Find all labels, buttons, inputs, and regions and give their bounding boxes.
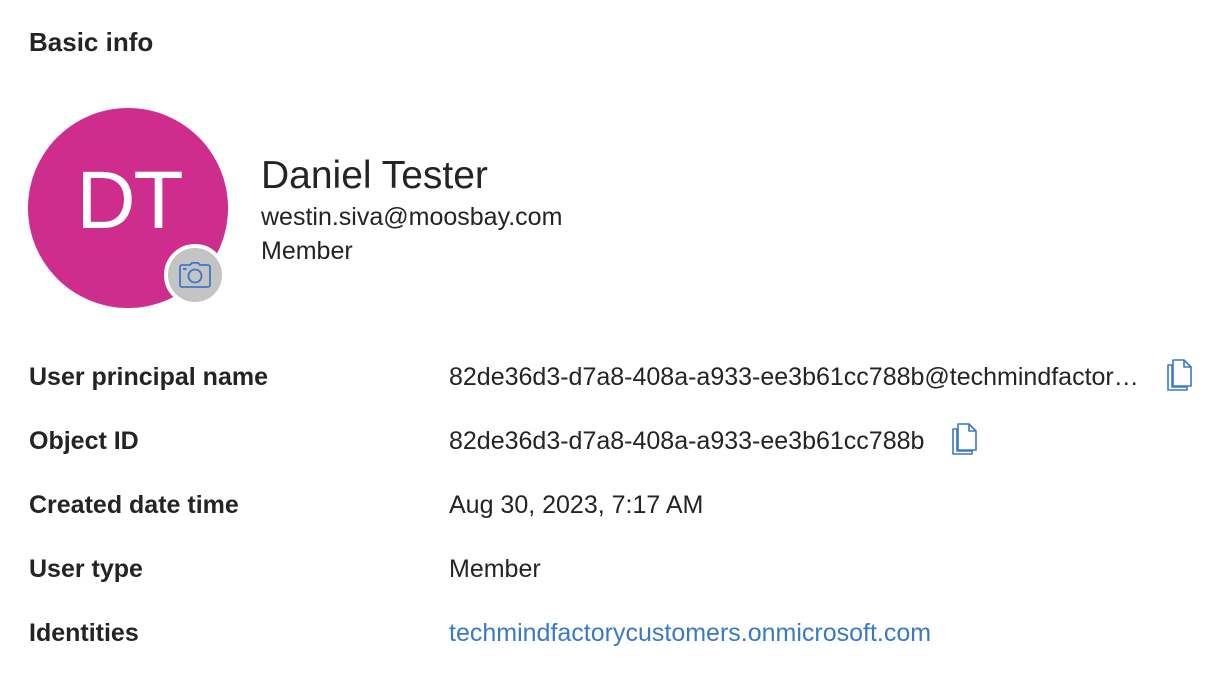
property-value-created-date-time: Aug 30, 2023, 7:17 AM	[449, 490, 704, 519]
properties-list: User principal name 82de36d3-d7a8-408a-a…	[29, 345, 1219, 665]
property-label: User principal name	[29, 362, 268, 391]
copy-icon	[1165, 358, 1193, 396]
user-identity: Daniel Tester westin.siva@moosbay.com Me…	[261, 152, 562, 268]
property-label: User type	[29, 554, 143, 583]
copy-object-id-button[interactable]	[948, 422, 980, 460]
change-photo-button[interactable]	[164, 244, 226, 306]
property-row-created-date-time: Created date time Aug 30, 2023, 7:17 AM	[29, 473, 1219, 537]
property-row-user-type: User type Member	[29, 537, 1219, 601]
property-row-user-principal-name: User principal name 82de36d3-d7a8-408a-a…	[29, 345, 1219, 409]
user-display-name: Daniel Tester	[261, 154, 488, 197]
copy-icon	[950, 422, 978, 460]
avatar-initials: DT	[76, 155, 183, 246]
property-label: Identities	[29, 618, 139, 647]
user-email: westin.siva@moosbay.com	[261, 203, 563, 231]
camera-icon	[179, 262, 211, 288]
copy-upn-button[interactable]	[1163, 358, 1195, 396]
property-row-identities: Identities techmindfactorycustomers.onmi…	[29, 601, 1219, 665]
property-value-object-id: 82de36d3-d7a8-408a-a933-ee3b61cc788b	[449, 426, 925, 455]
property-value-upn: 82de36d3-d7a8-408a-a933-ee3b61cc788b@tec…	[449, 362, 1139, 391]
property-value-user-type: Member	[449, 554, 541, 583]
property-label: Created date time	[29, 490, 239, 519]
identities-link[interactable]: techmindfactorycustomers.onmicrosoft.com	[449, 619, 931, 648]
property-row-object-id: Object ID 82de36d3-d7a8-408a-a933-ee3b61…	[29, 409, 1219, 473]
section-title: Basic info	[29, 27, 154, 57]
property-label: Object ID	[29, 426, 139, 455]
basic-info-panel: Basic info DT Daniel Tester westin.siva@…	[0, 0, 1232, 699]
user-role: Member	[261, 237, 353, 265]
